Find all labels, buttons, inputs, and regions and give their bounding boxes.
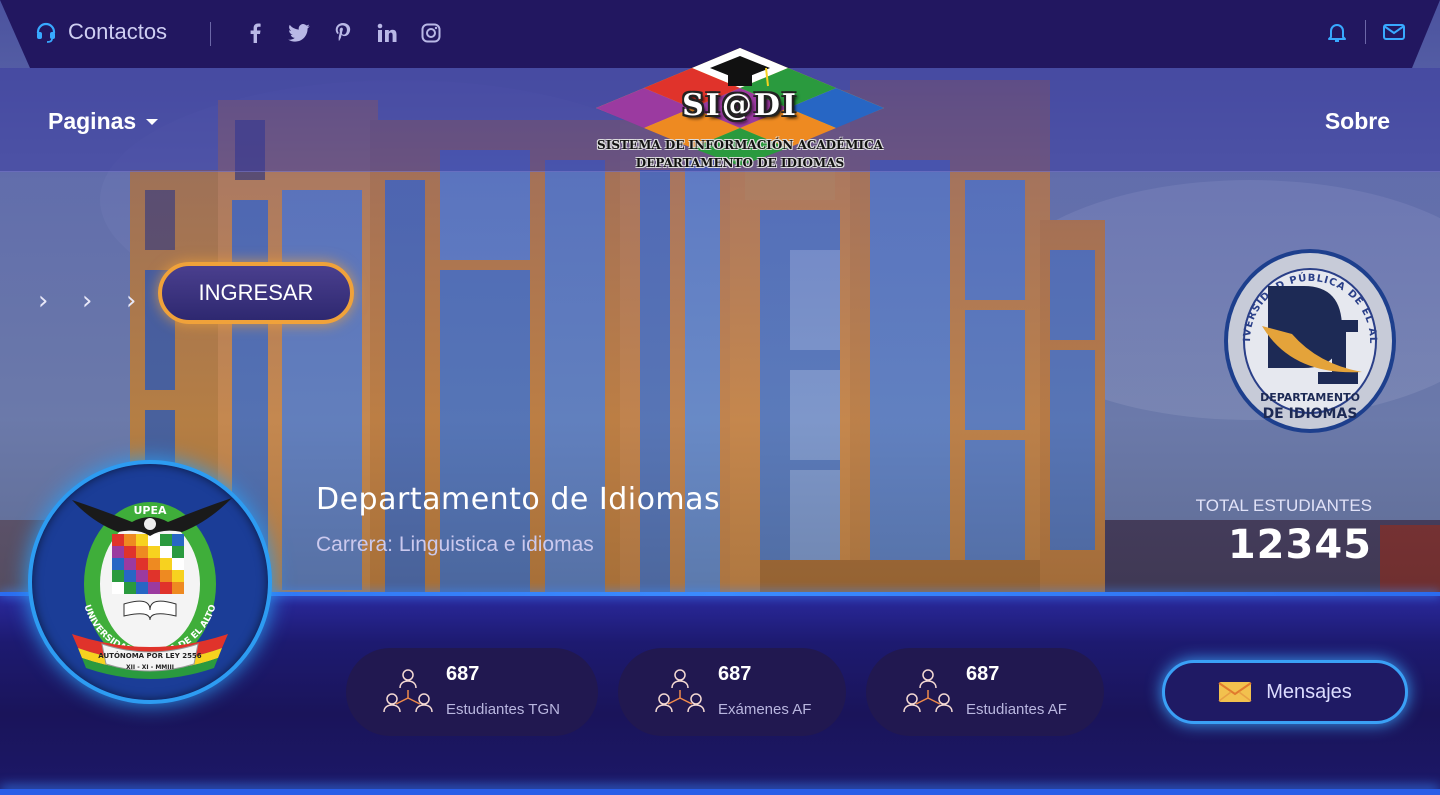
twitter-icon[interactable]: [288, 22, 310, 44]
bell-icon[interactable]: [1325, 20, 1349, 44]
about-link[interactable]: Sobre: [1325, 108, 1390, 135]
topbar-divider: [210, 22, 211, 46]
contact-link[interactable]: Contactos: [34, 19, 167, 45]
decorative-chevrons: › › ›: [38, 288, 144, 314]
siadi-logo[interactable]: SI@DI SISTEMA DE INFORMACIÓN ACADÉMICA D…: [588, 48, 892, 176]
logo-subtitle-line2: DEPARTAMENTO DE IDIOMAS: [635, 156, 845, 170]
upea-motto-line2: XII - XI - MMIII: [126, 664, 174, 671]
di-badge-graphic: UNIVERSIDAD PÚBLICA DE EL ALTO DEPARTAME…: [1217, 238, 1396, 433]
upea-emblem: UPEA UNIVERSIDAD PÚBLICA DE EL ALTO AUTÓ…: [72, 498, 232, 679]
stat-value: 687: [718, 663, 752, 685]
mail-icon[interactable]: [1382, 20, 1406, 44]
instagram-icon[interactable]: [420, 22, 442, 44]
pages-dropdown[interactable]: Paginas: [48, 108, 159, 135]
stat-value: 687: [446, 663, 480, 685]
stat-value: 687: [966, 663, 1000, 685]
total-students-value: 12345: [1227, 522, 1372, 568]
upea-motto-line1: AUTÓNOMA POR LEY 2556: [98, 651, 202, 660]
social-links: [244, 22, 442, 44]
students-network-icon: [655, 669, 705, 713]
bottom-panel-bottom-glow: [0, 789, 1440, 795]
linkedin-icon[interactable]: [376, 22, 398, 44]
stat-examenes-af[interactable]: 687 Exámenes AF: [618, 648, 846, 736]
students-network-icon: [383, 669, 433, 713]
logo-subtitle-line1: SISTEMA DE INFORMACIÓN ACADÉMICA: [597, 138, 883, 152]
stat-estudiantes-tgn[interactable]: 687 Estudiantes TGN: [346, 648, 598, 736]
stat-label: Estudiantes TGN: [446, 701, 560, 718]
topbar-actions-divider: [1365, 20, 1366, 44]
upea-logo: UPEA UNIVERSIDAD PÚBLICA DE EL ALTO AUTÓ…: [28, 460, 272, 704]
career-subtitle: Carrera: Linguistica e idiomas: [316, 533, 594, 556]
chevron-right-icon: ›: [126, 286, 137, 316]
chevron-right-icon: ›: [38, 286, 49, 316]
topbar-actions: [1325, 20, 1406, 44]
upea-text: UPEA: [133, 504, 167, 517]
total-students-label: TOTAL ESTUDIANTES: [1195, 496, 1372, 515]
pages-label: Paginas: [48, 108, 137, 134]
messages-button[interactable]: Mensajes: [1162, 660, 1408, 724]
di-badge-line1: DEPARTAMENTO: [1260, 391, 1360, 404]
headset-icon: [36, 22, 56, 43]
stat-estudiantes-af[interactable]: 687 Estudiantes AF: [866, 648, 1104, 736]
students-network-icon: [903, 669, 953, 713]
envelope-icon: [1218, 682, 1252, 702]
di-badge-line2: DE IDIOMAS: [1263, 406, 1358, 422]
page-root: Contactos Paginas Sobre SI@DI SISTEMA DE…: [0, 0, 1440, 795]
stat-label: Exámenes AF: [718, 701, 812, 718]
departamento-idiomas-badge: UNIVERSIDAD PÚBLICA DE EL ALTO DEPARTAME…: [1217, 238, 1398, 436]
logo-title: SI@DI: [682, 88, 798, 123]
stat-label: Estudiantes AF: [966, 701, 1067, 718]
department-title: Departamento de Idiomas: [316, 482, 721, 517]
facebook-icon[interactable]: [244, 22, 266, 44]
contact-label: Contactos: [68, 19, 168, 44]
chevron-right-icon: ›: [82, 286, 93, 316]
pinterest-icon[interactable]: [332, 22, 354, 44]
caret-down-icon: [146, 118, 159, 125]
ingresar-button[interactable]: INGRESAR: [158, 262, 354, 324]
messages-label: Mensajes: [1266, 680, 1352, 703]
